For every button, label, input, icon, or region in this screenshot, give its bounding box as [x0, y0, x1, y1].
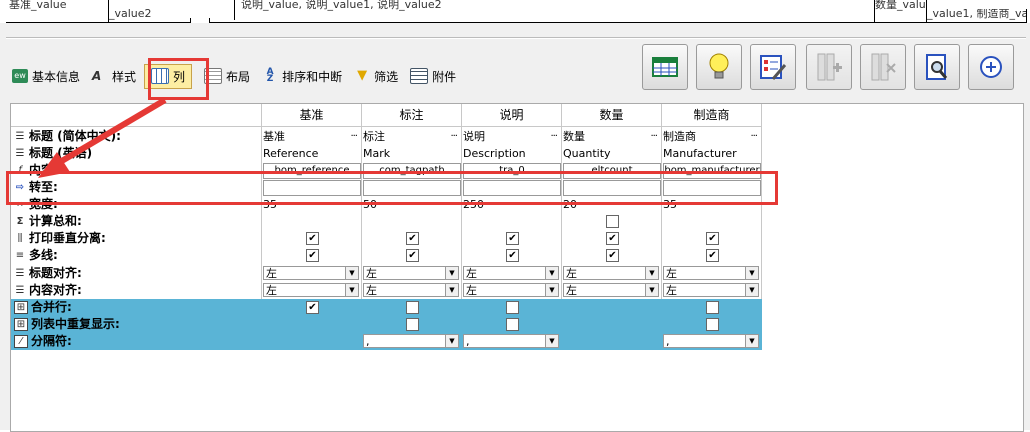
annotation-arrow	[38, 97, 167, 178]
